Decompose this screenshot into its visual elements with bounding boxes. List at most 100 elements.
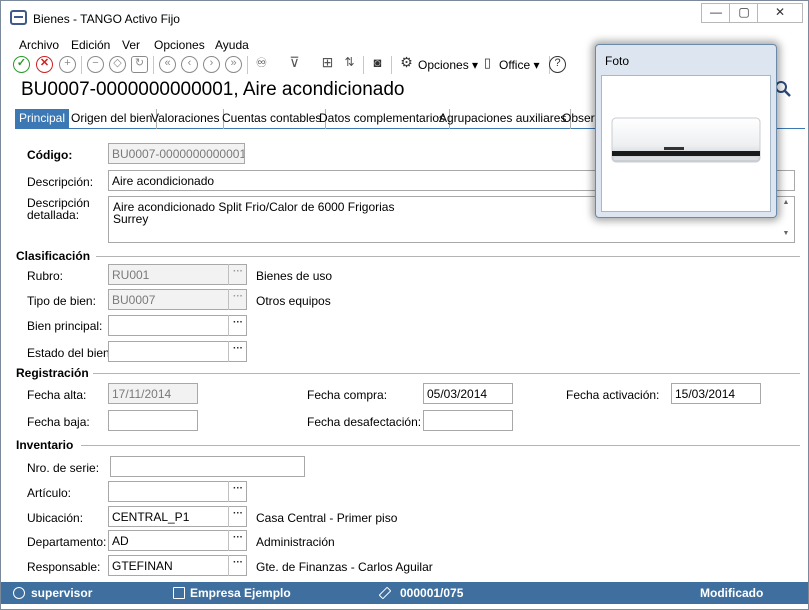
tab-origen-del-bien[interactable]: Origen del bien: [67, 109, 158, 129]
responsable-field[interactable]: GTEFINAN: [108, 555, 247, 576]
pencil-icon: [378, 586, 392, 600]
toolbar-separator: [391, 56, 392, 74]
fecha-compra-label: Fecha compra:: [307, 388, 388, 402]
tab-cuentas-contables[interactable]: Cuentas contables: [218, 109, 327, 129]
sort-icon[interactable]: ⇅: [341, 56, 358, 73]
fecha-compra-field[interactable]: 05/03/2014: [423, 383, 513, 404]
tab-principal[interactable]: Principal: [15, 109, 70, 129]
menu-edicion[interactable]: Edición: [71, 38, 110, 52]
menu-ver[interactable]: Ver: [122, 38, 140, 52]
departamento-lookup-button[interactable]: ···: [228, 530, 247, 551]
rubro-lookup-button[interactable]: ···: [228, 264, 247, 285]
articulo-field[interactable]: [108, 481, 247, 502]
last-record-icon[interactable]: »: [225, 56, 242, 73]
rubro-field[interactable]: RU001: [108, 264, 247, 285]
filter-icon[interactable]: ⊽: [286, 55, 303, 73]
scroll-up-icon[interactable]: ▲: [780, 199, 792, 207]
registracion-section-title: Registración: [16, 366, 89, 380]
estado-bien-label: Estado del bien:: [27, 346, 114, 360]
responsable-description: Gte. de Finanzas - Carlos Aguilar: [256, 560, 433, 574]
menu-archivo[interactable]: Archivo: [19, 38, 59, 52]
articulo-label: Artículo:: [27, 486, 72, 500]
toolbar-separator: [363, 56, 364, 74]
first-record-icon[interactable]: «: [159, 56, 176, 73]
toolbar-separator: [247, 56, 248, 74]
ubicacion-description: Casa Central - Primer piso: [256, 511, 398, 525]
status-state: Modificado: [700, 586, 764, 600]
estado-bien-field[interactable]: [108, 341, 247, 362]
articulo-lookup-button[interactable]: ···: [228, 481, 247, 502]
title-bar: Bienes - TANGO Activo Fijo — ▢ ✕: [1, 1, 808, 35]
clasificacion-section-title: Clasificación: [16, 249, 91, 263]
copy-icon[interactable]: ◇: [109, 56, 126, 73]
help-icon[interactable]: ?: [549, 56, 566, 73]
office-dropdown[interactable]: Office ▾: [499, 58, 539, 72]
responsable-lookup-button[interactable]: ···: [228, 555, 247, 576]
maximize-button[interactable]: ▢: [729, 3, 759, 23]
nro-serie-label: Nro. de serie:: [27, 461, 100, 475]
foto-title: Foto: [605, 54, 630, 68]
toolbar-separator: [81, 56, 82, 74]
minimize-button[interactable]: —: [701, 3, 731, 23]
fecha-desafectacion-label: Fecha desafectación:: [307, 415, 422, 429]
codigo-field[interactable]: BU0007-0000000000001: [108, 143, 245, 164]
next-record-icon[interactable]: ›: [203, 56, 220, 73]
bien-principal-label: Bien principal:: [27, 319, 103, 333]
departamento-label: Departamento:: [27, 535, 107, 549]
fecha-activacion-field[interactable]: 15/03/2014: [671, 383, 761, 404]
rubro-label: Rubro:: [27, 269, 64, 283]
tipo-bien-label: Tipo de bien:: [27, 294, 96, 308]
record-title: BU0007-0000000000001, Aire acondicionado: [21, 79, 405, 100]
responsable-label: Responsable:: [27, 560, 101, 574]
refresh-icon[interactable]: ↻: [131, 56, 148, 73]
nro-serie-field[interactable]: [110, 456, 305, 477]
tipo-bien-lookup-button[interactable]: ···: [228, 289, 247, 310]
building-icon: [173, 587, 185, 599]
close-button[interactable]: ✕: [757, 3, 803, 23]
status-company: Empresa Ejemplo: [190, 586, 291, 600]
tab-datos-complementarios[interactable]: Datos complementarios: [315, 109, 451, 129]
search-icon[interactable]: [774, 80, 796, 100]
foto-panel[interactable]: Foto: [595, 44, 777, 218]
add-icon[interactable]: +: [59, 56, 76, 73]
main-window: Bienes - TANGO Activo Fijo — ▢ ✕ Archivo…: [0, 0, 809, 610]
grid-icon[interactable]: ⊞: [319, 55, 336, 73]
section-divider: [93, 373, 800, 374]
scroll-down-icon[interactable]: ▼: [780, 230, 792, 238]
office-icon[interactable]: ▯: [479, 56, 496, 73]
cancel-icon[interactable]: ✕: [36, 56, 53, 73]
fecha-baja-label: Fecha baja:: [27, 415, 90, 429]
ubicacion-field[interactable]: CENTRAL_P1: [108, 506, 247, 527]
estado-bien-lookup-button[interactable]: ···: [228, 341, 247, 362]
section-divider: [81, 445, 800, 446]
tipo-bien-description: Otros equipos: [256, 294, 331, 308]
bien-principal-lookup-button[interactable]: ···: [228, 315, 247, 336]
tab-valoraciones[interactable]: Valoraciones: [147, 109, 225, 129]
fecha-baja-field[interactable]: [108, 410, 198, 431]
previous-record-icon[interactable]: ‹: [181, 56, 198, 73]
departamento-description: Administración: [256, 535, 335, 549]
descripcion-detallada-label: Descripción detallada:: [27, 196, 90, 222]
accept-icon[interactable]: ✓: [13, 56, 30, 73]
fecha-alta-field[interactable]: 17/11/2014: [108, 383, 198, 404]
menu-opciones[interactable]: Opciones: [154, 38, 205, 52]
tab-agrupaciones-auxiliares[interactable]: Agrupaciones auxiliares: [435, 109, 572, 129]
binoculars-icon[interactable]: ♾: [253, 56, 270, 73]
camera-icon[interactable]: ◙: [369, 56, 386, 73]
ubicacion-lookup-button[interactable]: ···: [228, 506, 247, 527]
inventario-section-title: Inventario: [16, 438, 74, 452]
bien-principal-field[interactable]: [108, 315, 247, 336]
status-user: supervisor: [31, 586, 93, 600]
ubicacion-label: Ubicación:: [27, 511, 84, 525]
opciones-dropdown[interactable]: Opciones ▾: [418, 58, 478, 72]
fecha-desafectacion-field[interactable]: [423, 410, 513, 431]
departamento-field[interactable]: AD: [108, 530, 247, 551]
menu-ayuda[interactable]: Ayuda: [215, 38, 249, 52]
toolbar-separator: [153, 56, 154, 74]
fecha-alta-label: Fecha alta:: [27, 388, 87, 402]
gear-icon[interactable]: ⚙: [398, 55, 415, 73]
user-icon: [13, 587, 25, 599]
office-label: Office: [499, 58, 531, 72]
delete-icon[interactable]: −: [87, 56, 104, 73]
tipo-bien-field[interactable]: BU0007: [108, 289, 247, 310]
